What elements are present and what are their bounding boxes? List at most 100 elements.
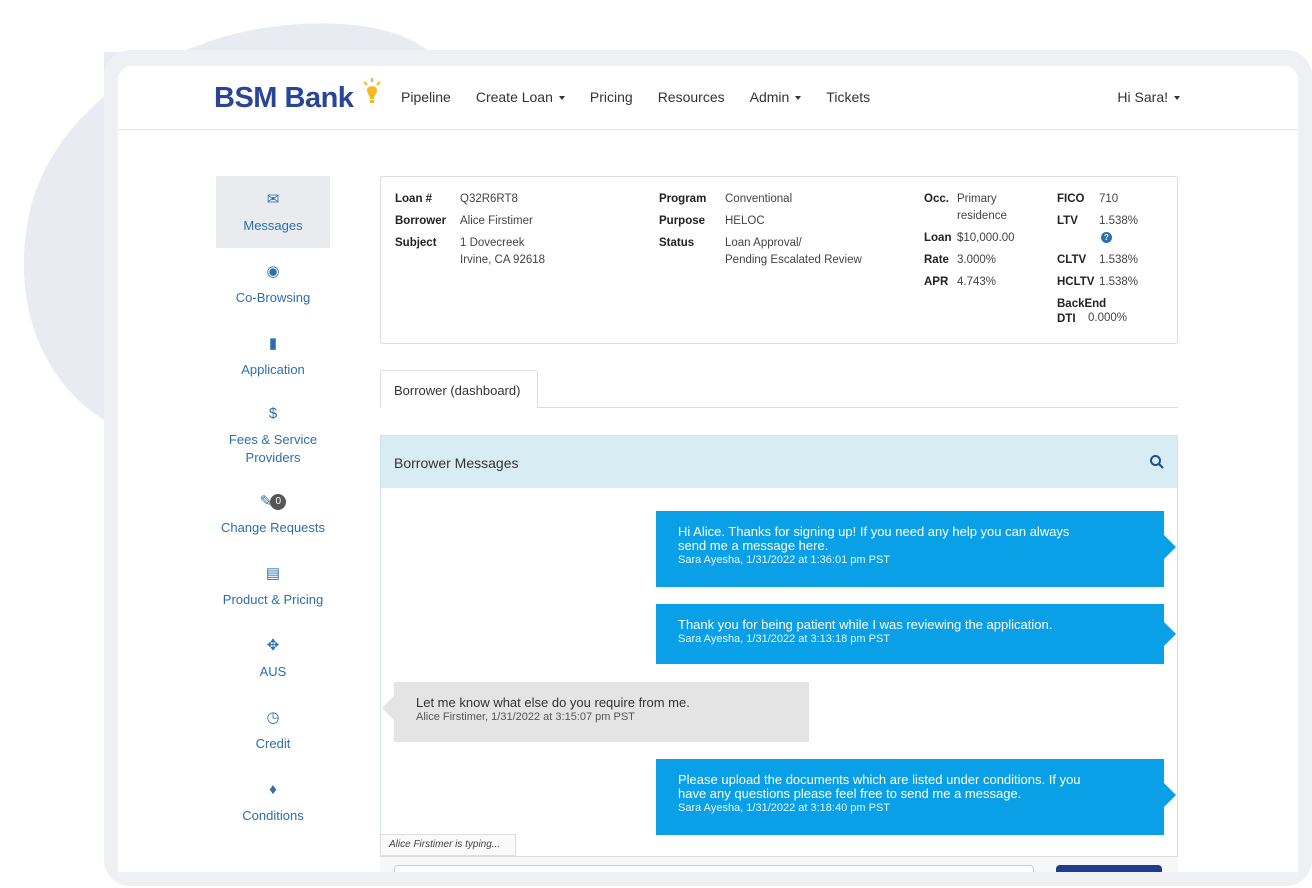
sidebar-item-label: Conditions	[242, 808, 304, 823]
message-text: Hi Alice. Thanks for signing up! If you …	[678, 524, 1070, 539]
hcltv-label: HCLTV	[1057, 276, 1095, 288]
backend-dti-label-line1: BackEnd	[1057, 298, 1107, 310]
lightbulb-icon	[363, 78, 381, 103]
sidebar-item-label: Change Requests	[220, 520, 326, 535]
occupancy-line2: residence	[957, 210, 1007, 222]
cltv-label: CLTV	[1057, 254, 1087, 266]
borrower-messages-panel: Borrower Messages Hi Alice. Thanks for s…	[380, 435, 1178, 872]
borrower-label: Borrower	[395, 215, 447, 227]
message-text: Please upload the documents which are li…	[678, 772, 1081, 787]
dollar-icon: $	[268, 405, 278, 422]
rate-value: 3.000%	[957, 254, 997, 266]
typing-indicator: Alice Firstimer is typing...	[380, 834, 516, 856]
tab-borrower-dashboard[interactable]: Borrower (dashboard)	[380, 370, 538, 408]
bubble-arrow	[1164, 622, 1176, 646]
app-screen: BSM Bank Pipeline Create Loan Pricing Re…	[118, 66, 1298, 872]
ltv-label: LTV	[1057, 215, 1078, 227]
status-line2: Pending Escalated Review	[725, 254, 862, 266]
count-badge: 0	[270, 494, 287, 511]
loan-number-value: Q32R6RT8	[460, 193, 518, 205]
ltv-value: 1.538%	[1099, 215, 1139, 227]
nav-pricing[interactable]: Pricing	[590, 89, 633, 105]
loan-amount-label: Loan	[924, 232, 952, 244]
message-meta: Sara Ayesha, 1/31/2022 at 1:36:01 pm PST	[678, 554, 890, 566]
fico-label: FICO	[1057, 193, 1085, 205]
user-menu[interactable]: Hi Sara!	[1117, 89, 1180, 105]
sidebar-item-aus[interactable]: ✥ AUS	[216, 622, 330, 694]
gauge-icon: ◷	[266, 709, 280, 726]
cltv-value: 1.538%	[1099, 254, 1139, 266]
program-label: Program	[659, 193, 707, 205]
eye-icon: ◉	[266, 263, 280, 280]
search-icon[interactable]	[1149, 454, 1165, 470]
tab-bar: Borrower (dashboard)	[380, 370, 1178, 408]
subject-line1: 1 Dovecreek	[460, 237, 525, 249]
nav-admin[interactable]: Admin	[750, 89, 802, 105]
nav-create-loan[interactable]: Create Loan	[476, 89, 565, 105]
nav-admin-label: Admin	[749, 89, 790, 105]
send-button[interactable]	[1056, 865, 1162, 872]
nav-create-loan-label: Create Loan	[475, 89, 553, 105]
bubble-arrow	[1164, 783, 1176, 807]
bubble-arrow	[382, 696, 394, 720]
chevron-down-icon	[1174, 96, 1180, 101]
message-input[interactable]	[394, 865, 1034, 872]
chevron-down-icon	[795, 96, 802, 101]
bell-icon: ♦	[269, 781, 277, 798]
sidebar: ✉ Messages ◉ Co-Browsing ▮ Application $…	[216, 176, 330, 838]
sidebar-item-conditions[interactable]: ♦ Conditions	[216, 766, 330, 838]
help-icon[interactable]: ?	[1101, 232, 1112, 243]
sidebar-item-change-requests[interactable]: ✎ 0 Change Requests	[216, 478, 330, 550]
sidebar-item-label: Credit	[255, 736, 291, 751]
sidebar-item-fees[interactable]: $ Fees & Service Providers	[216, 392, 330, 478]
backend-dti-label-line2: DTI	[1057, 313, 1076, 325]
message-bubble-incoming: Let me know what else do you require fro…	[382, 682, 809, 742]
bubble-arrow	[1164, 535, 1176, 559]
purpose-label: Purpose	[659, 215, 706, 227]
status-line1: Loan Approval/	[725, 237, 802, 249]
backend-dti-value: 0.000%	[1088, 312, 1128, 324]
message-text: send me a message here.	[678, 538, 829, 553]
main-nav: Pipeline Create Loan Pricing Resources A…	[401, 89, 895, 105]
subject-line2: Irvine, CA 92618	[460, 254, 546, 266]
pencil-icon: ✎ 0	[260, 491, 287, 513]
envelope-icon: ✉	[266, 191, 280, 208]
sidebar-item-label: Application	[241, 362, 305, 377]
message-meta: Sara Ayesha, 1/31/2022 at 3:18:40 pm PST	[678, 802, 890, 814]
sidebar-item-co-browsing[interactable]: ◉ Co-Browsing	[216, 248, 330, 320]
nav-pipeline[interactable]: Pipeline	[401, 89, 451, 105]
program-value: Conventional	[725, 193, 793, 205]
status-label: Status	[659, 237, 695, 249]
nav-tickets[interactable]: Tickets	[826, 89, 870, 105]
nav-resources[interactable]: Resources	[658, 89, 725, 105]
sidebar-item-credit[interactable]: ◷ Credit	[216, 694, 330, 766]
message-meta: Sara Ayesha, 1/31/2022 at 3:13:18 pm PST	[678, 633, 890, 645]
subject-label: Subject	[395, 237, 437, 249]
message-text: Let me know what else do you require fro…	[416, 695, 690, 710]
message-composer	[380, 856, 1178, 872]
hcltv-value: 1.538%	[1099, 276, 1139, 288]
panel-header: Borrower Messages	[381, 436, 1177, 488]
occupancy-line1: Primary	[957, 193, 997, 205]
user-greeting: Hi Sara!	[1117, 89, 1168, 105]
rate-label: Rate	[924, 254, 949, 266]
document-icon: ▮	[268, 335, 278, 352]
message-bubble-outgoing: Hi Alice. Thanks for signing up! If you …	[656, 511, 1176, 587]
chevron-down-icon	[558, 96, 565, 101]
bsm-bank-logo[interactable]: BSM Bank	[214, 78, 381, 115]
message-bubble-outgoing: Please upload the documents which are li…	[656, 759, 1176, 835]
loan-amount-value: $10,000.00	[957, 232, 1015, 244]
message-bubble-outgoing: Thank you for being patient while I was …	[656, 604, 1176, 664]
apr-label: APR	[924, 276, 949, 288]
message-text: have any questions please feel free to s…	[678, 786, 1022, 801]
crosshair-icon: ✥	[266, 637, 280, 654]
sidebar-item-messages[interactable]: ✉ Messages	[216, 176, 330, 248]
loan-number-label: Loan #	[395, 193, 433, 205]
list-icon: ▤	[265, 565, 281, 582]
sidebar-item-label: AUS	[259, 664, 287, 679]
sidebar-item-label: Co-Browsing	[235, 290, 311, 305]
sidebar-item-product-pricing[interactable]: ▤ Product & Pricing	[216, 550, 330, 622]
fico-value: 710	[1099, 193, 1119, 205]
sidebar-item-application[interactable]: ▮ Application	[216, 320, 330, 392]
top-navbar: BSM Bank Pipeline Create Loan Pricing Re…	[118, 66, 1298, 130]
